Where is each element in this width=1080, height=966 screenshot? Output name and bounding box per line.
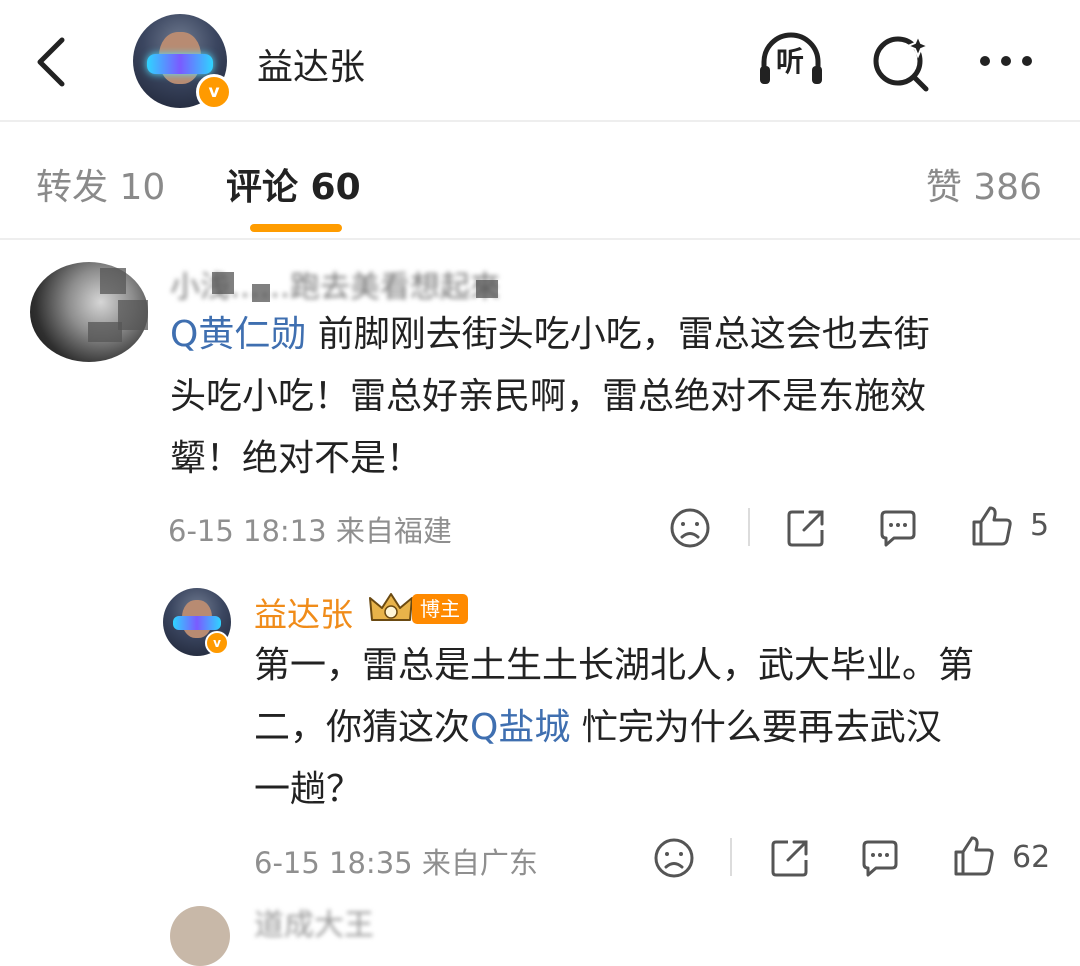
comment-text: Q黄仁勋 前脚刚去街头吃小吃，雷总这会也去街 头吃小吃！雷总好亲民啊，雷总绝对不… (170, 314, 930, 479)
listen-button[interactable]: 听 (756, 26, 826, 96)
avatar-mosaic (118, 300, 148, 330)
mention-link[interactable]: Q盐城 (470, 707, 570, 748)
like-count: 5 (1030, 508, 1050, 543)
tab-like[interactable]: 赞 386 (926, 158, 1042, 210)
tab-comment[interactable]: 评论 60 (226, 158, 361, 210)
chevron-left-icon[interactable] (28, 32, 78, 92)
verified-badge: v (196, 74, 232, 110)
sad-face-icon[interactable] (652, 836, 696, 880)
reply-text: 第一，雷总是土生土长湖北人，武大毕业。第 二，你猜这次Q盐城 忙完为什么要再去武… (254, 645, 975, 810)
share-icon[interactable] (768, 836, 812, 880)
reply-meta: 6-15 18:35 来自广东 (254, 846, 538, 880)
comment-icon[interactable] (876, 506, 920, 550)
active-tab-indicator (250, 224, 342, 232)
thumbs-up-icon[interactable] (970, 504, 1014, 548)
avatar-mosaic (88, 322, 122, 342)
search-sparkle-icon[interactable] (866, 26, 936, 96)
name-mosaic (252, 284, 270, 302)
blogger-badge: 博主 (412, 594, 468, 624)
share-icon[interactable] (784, 506, 828, 550)
like-count: 62 (1012, 840, 1051, 875)
thumbs-up-icon[interactable] (952, 834, 996, 878)
page-title[interactable]: 益达张 (257, 38, 365, 90)
next-commenter-avatar[interactable] (170, 906, 230, 966)
action-divider (730, 838, 732, 876)
header-divider (0, 120, 1080, 122)
sad-face-icon[interactable] (668, 506, 712, 550)
name-mosaic (476, 280, 498, 298)
action-divider (748, 508, 750, 546)
comment-icon[interactable] (858, 836, 902, 880)
name-mosaic (212, 272, 234, 294)
avatar-mosaic (100, 268, 126, 294)
next-commenter-name[interactable]: 道成大王 (254, 900, 374, 944)
reply-author-name[interactable]: 益达张 (254, 588, 353, 636)
crown-icon (369, 593, 413, 621)
comment-meta: 6-15 18:13 来自福建 (168, 514, 452, 548)
verified-badge: v (205, 631, 229, 655)
mention-link[interactable]: Q黄仁勋 (170, 314, 306, 355)
listen-label: 听 (776, 45, 805, 78)
tab-repost[interactable]: 转发 10 (36, 158, 165, 210)
more-dots-icon[interactable] (972, 26, 1042, 96)
tabs-divider (0, 238, 1080, 240)
top-bar: v 益达张 听 (0, 0, 1080, 120)
